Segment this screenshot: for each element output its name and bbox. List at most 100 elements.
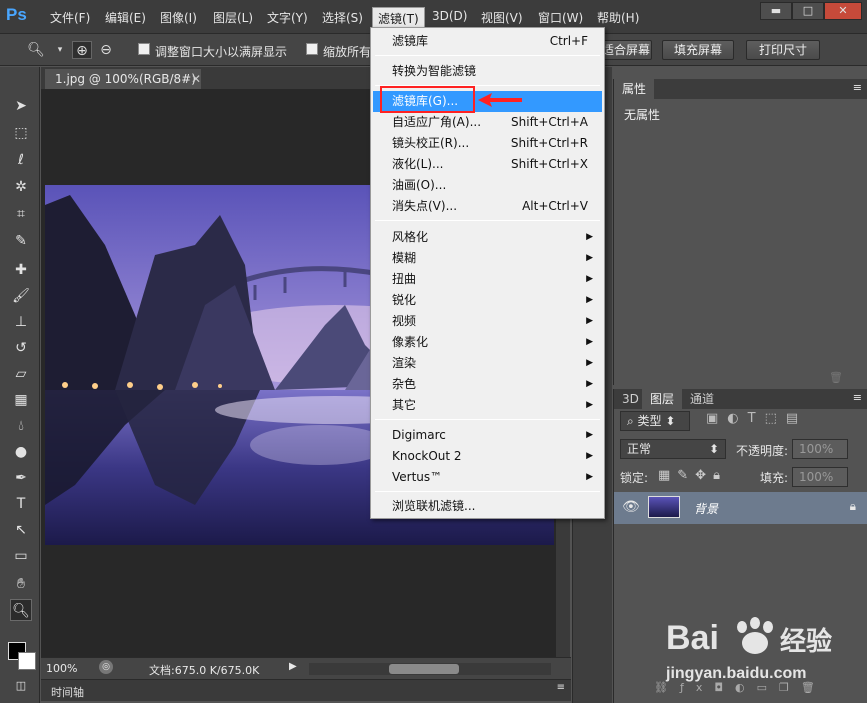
zoom-tool-icon[interactable]: 🔍︎ — [10, 599, 32, 621]
layer-filter-icons[interactable]: ▣◐T⬚▤ — [706, 411, 807, 426]
maximize-button[interactable]: □ — [792, 2, 824, 20]
blur-tool-icon[interactable]: 💧︎ — [10, 415, 32, 437]
menu-item-adaptive-wide-angle[interactable]: 自适应广角(A)... Shift+Ctrl+A — [373, 112, 602, 133]
history-brush-tool-icon[interactable]: ↺ — [10, 337, 32, 359]
opacity-input[interactable]: 100% — [792, 439, 848, 459]
menu-item-vanishing-point[interactable]: 消失点(V)... Alt+Ctrl+V — [373, 196, 602, 217]
menu-view[interactable]: 视图(V) — [481, 9, 523, 26]
menu-file[interactable]: 文件(F) — [50, 9, 90, 26]
print-size-button[interactable]: 打印尺寸 — [746, 40, 820, 60]
marquee-tool-icon[interactable]: ⬚ — [10, 122, 32, 144]
zoom-in-icon[interactable]: ⊕ — [72, 41, 92, 59]
layer-row[interactable]: 👁︎ 背景 🔒︎ — [614, 492, 867, 524]
tools-panel: ➤ ⬚ ℓ ✲ ⌗ ✎ ✚ 🖌︎ ⊥ ↺ ▱ ▦ 💧︎ ● ✒ T ↖ ▭ ✋︎… — [0, 67, 40, 703]
menu-edit[interactable]: 编辑(E) — [105, 9, 146, 26]
move-tool-icon[interactable]: ➤ — [10, 95, 32, 117]
tab-channels[interactable]: 通道 — [682, 389, 722, 409]
crop-tool-icon[interactable]: ⌗ — [10, 203, 32, 225]
zoom-level[interactable]: 100% — [46, 662, 77, 675]
horizontal-scroll-thumb[interactable] — [389, 664, 459, 674]
menu-item-other[interactable]: 其它 ▶ — [373, 395, 602, 416]
magic-wand-tool-icon[interactable]: ✲ — [10, 176, 32, 198]
close-tab-icon[interactable]: ✕ — [191, 69, 201, 89]
properties-content: 无属性 — [624, 108, 661, 122]
menu-separator — [375, 491, 600, 492]
timeline-menu-icon[interactable]: ≡ — [557, 682, 565, 693]
clone-stamp-tool-icon[interactable]: ⊥ — [10, 311, 32, 333]
layers-panel-header: 3D 图层 通道 ≡ — [614, 389, 867, 409]
zoom-all-windows-label: 缩放所有 — [323, 45, 372, 59]
menu-item-convert-smart-filter[interactable]: 转换为智能滤镜 — [373, 61, 602, 82]
rectangle-tool-icon[interactable]: ▭ — [10, 545, 32, 567]
watermark-brand-text: 经验 — [780, 627, 833, 657]
horizontal-scrollbar[interactable] — [309, 663, 551, 675]
menu-item-knockout[interactable]: KnockOut 2 ▶ — [373, 446, 602, 467]
annotation-highlight-box — [380, 86, 475, 113]
menu-window[interactable]: 窗口(W) — [538, 9, 583, 26]
menu-item-sharpen[interactable]: 锐化 ▶ — [373, 290, 602, 311]
menu-item-pixelate[interactable]: 像素化 ▶ — [373, 332, 602, 353]
menu-3d[interactable]: 3D(D) — [432, 9, 467, 23]
lock-label: 锁定: — [620, 471, 649, 485]
eye-visibility-icon[interactable]: 👁︎ — [622, 499, 640, 515]
type-tool-icon[interactable]: T — [10, 493, 32, 515]
menu-layer[interactable]: 图层(L) — [213, 9, 253, 26]
layer-thumbnail — [648, 496, 680, 518]
menu-item-digimarc[interactable]: Digimarc ▶ — [373, 425, 602, 446]
timeline-label[interactable]: 时间轴 — [51, 684, 84, 700]
menu-item-stylize[interactable]: 风格化 ▶ — [373, 227, 602, 248]
layer-name[interactable]: 背景 — [694, 500, 718, 517]
zoom-all-windows-checkbox[interactable] — [306, 43, 318, 55]
menu-image[interactable]: 图像(I) — [160, 9, 197, 26]
healing-brush-tool-icon[interactable]: ✚ — [10, 259, 32, 281]
zoom-out-icon[interactable]: ⊖ — [96, 41, 116, 59]
eyedropper-tool-icon[interactable]: ✎ — [10, 230, 32, 252]
background-color-swatch[interactable] — [18, 652, 36, 670]
lock-options-icons[interactable]: ▦✎✥🔒︎ — [658, 468, 727, 483]
gradient-tool-icon[interactable]: ▦ — [10, 389, 32, 411]
brush-tool-icon[interactable]: 🖌︎ — [10, 285, 32, 307]
tab-properties[interactable]: 属性 — [614, 79, 655, 99]
menu-item-browse-online-filters[interactable]: 浏览联机滤镜... — [373, 496, 602, 517]
menu-type[interactable]: 文字(Y) — [267, 9, 308, 26]
menu-select[interactable]: 选择(S) — [322, 9, 363, 26]
menu-separator — [375, 220, 600, 221]
status-menu-arrow-icon[interactable]: ▶ — [289, 661, 297, 672]
layers-menu-icon[interactable]: ≡ — [853, 391, 862, 404]
menu-item-video[interactable]: 视频 ▶ — [373, 311, 602, 332]
fill-screen-button[interactable]: 填充屏幕 — [662, 40, 734, 60]
menu-item-distort[interactable]: 扭曲 ▶ — [373, 269, 602, 290]
minimize-button[interactable]: ▬ — [760, 2, 792, 20]
menu-item-blur[interactable]: 模糊 ▶ — [373, 248, 602, 269]
lasso-tool-icon[interactable]: ℓ — [10, 149, 32, 171]
menu-item-render[interactable]: 渲染 ▶ — [373, 353, 602, 374]
dodge-tool-icon[interactable]: ● — [10, 441, 32, 463]
properties-menu-icon[interactable]: ≡ — [853, 81, 862, 94]
document-tab[interactable]: 1.jpg @ 100%(RGB/8#) ✕ — [45, 69, 201, 89]
menu-item-lens-correction[interactable]: 镜头校正(R)... Shift+Ctrl+R — [373, 133, 602, 154]
blend-mode-select[interactable]: 正常 ⬍ — [620, 439, 726, 459]
fill-input[interactable]: 100% — [792, 467, 848, 487]
tool-preset-dropdown-icon[interactable]: ▾ — [50, 41, 70, 59]
status-info-icon[interactable]: ◎ — [99, 660, 113, 674]
menu-item-noise[interactable]: 杂色 ▶ — [373, 374, 602, 395]
menu-item-oil-paint[interactable]: 油画(O)... — [373, 175, 602, 196]
quick-mask-icon[interactable]: ◫ — [10, 675, 32, 697]
search-icon: ⌕ — [627, 414, 638, 428]
properties-panel-header: 属性 ≡ — [614, 79, 867, 99]
fit-screen-button[interactable]: 适合屏幕 — [600, 40, 652, 60]
menu-item-liquify[interactable]: 液化(L)... Shift+Ctrl+X — [373, 154, 602, 175]
resize-windows-checkbox[interactable] — [138, 43, 150, 55]
layer-filter-kind[interactable]: ⌕ 类型 ⬍ — [620, 411, 690, 431]
menu-item-last-filter[interactable]: 滤镜库 Ctrl+F — [373, 31, 602, 52]
eraser-tool-icon[interactable]: ▱ — [10, 363, 32, 385]
tab-layers[interactable]: 图层 — [642, 389, 683, 409]
hand-tool-icon[interactable]: ✋︎ — [10, 573, 32, 595]
zoom-tool-icon[interactable]: 🔍︎ — [26, 41, 46, 59]
menu-item-vertus[interactable]: Vertus™ ▶ — [373, 467, 602, 488]
path-selection-tool-icon[interactable]: ↖ — [10, 519, 32, 541]
properties-trash-icon[interactable]: 🗑︎ — [829, 371, 843, 384]
close-window-button[interactable]: ✕ — [824, 2, 862, 20]
menu-help[interactable]: 帮助(H) — [597, 9, 639, 26]
pen-tool-icon[interactable]: ✒ — [10, 467, 32, 489]
